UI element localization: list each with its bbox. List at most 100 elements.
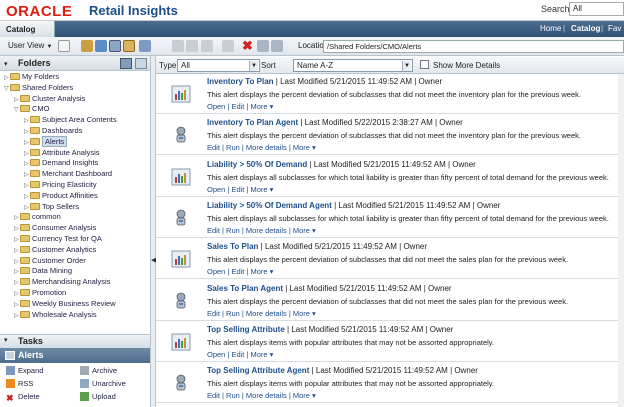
tree-item-label: Wholesale Analysis xyxy=(32,309,97,319)
task-unarchive-label: Unarchive xyxy=(92,379,126,388)
report-icon[interactable] xyxy=(171,84,191,104)
tree-item-label: My Folders xyxy=(22,72,60,81)
tree-item-label: Alerts xyxy=(42,135,68,147)
task-rss[interactable]: RSS xyxy=(6,379,33,388)
view-tree-icon[interactable] xyxy=(109,40,121,52)
agent-icon[interactable] xyxy=(171,208,191,228)
item-actions[interactable]: Open | Edit | More ▾ xyxy=(207,185,273,194)
item-title-row: Top Selling Attribute | Last Modified 5/… xyxy=(207,324,454,334)
item-name-link[interactable]: Liability > 50% Of Demand xyxy=(207,160,307,169)
report-icon[interactable] xyxy=(171,167,191,187)
copy-folder-icon[interactable] xyxy=(81,40,93,52)
list-scrollbar[interactable] xyxy=(618,74,624,407)
tree-item[interactable]: ▽ Shared Folders xyxy=(4,83,117,94)
nav-separator: | xyxy=(601,24,604,33)
item-actions[interactable]: Open | Edit | More ▾ xyxy=(207,102,273,111)
new-folder-icon[interactable] xyxy=(120,58,132,69)
user-view-label: User View xyxy=(8,41,45,50)
refresh-icon[interactable] xyxy=(135,58,147,69)
item-actions[interactable]: Edit | Run | More details | More ▾ xyxy=(207,143,316,152)
item-name-link[interactable]: Top Selling Attribute Agent xyxy=(207,366,309,375)
tree-item[interactable]: ▷ Alerts xyxy=(4,135,117,148)
tree-item[interactable]: ▷ Attribute Analysis xyxy=(4,148,117,159)
item-owner: Owner xyxy=(418,77,443,86)
permissions-icon[interactable] xyxy=(186,40,198,52)
item-actions[interactable]: Edit | Run | More details | More ▾ xyxy=(207,309,316,318)
task-archive[interactable]: Archive xyxy=(80,366,117,375)
tree-item-label: Subject Area Contents xyxy=(42,115,117,125)
report-icon[interactable] xyxy=(171,332,191,352)
global-nav-bar xyxy=(0,21,624,37)
item-title-row: Inventory To Plan | Last Modified 5/21/2… xyxy=(207,77,443,86)
tree-item[interactable]: ▷ Weekly Business Review xyxy=(4,299,117,310)
tree-item[interactable]: ▷ Top Sellers xyxy=(4,202,117,213)
item-name-link[interactable]: Sales To Plan xyxy=(207,242,258,251)
task-delete[interactable]: ✖ Delete xyxy=(6,392,40,403)
list-view-icon[interactable] xyxy=(139,40,151,52)
location-field[interactable]: /Shared Folders/CMO/Alerts xyxy=(323,40,624,53)
item-title-row: Liability > 50% Of Demand | Last Modifie… xyxy=(207,159,476,169)
item-actions[interactable]: Edit | Run | More details | More ▾ xyxy=(207,226,316,235)
archive-icon xyxy=(80,366,89,375)
folder-view-icon[interactable] xyxy=(123,40,135,52)
search-scope-select[interactable]: All xyxy=(569,2,624,16)
agent-icon[interactable] xyxy=(171,373,191,393)
task-upload[interactable]: Upload xyxy=(80,392,116,401)
agent-icon[interactable] xyxy=(171,291,191,311)
task-upload-label: Upload xyxy=(92,392,116,401)
nav-catalog-link[interactable]: Catalog xyxy=(571,24,600,33)
item-name-link[interactable]: Sales To Plan Agent xyxy=(207,284,283,293)
folder-icon xyxy=(30,191,40,199)
tab-catalog[interactable]: Catalog xyxy=(0,21,55,37)
tree-item[interactable]: ▷ Promotion xyxy=(4,288,117,299)
search-icon[interactable] xyxy=(172,40,184,52)
sort-select[interactable]: Name A-Z ▼ xyxy=(293,59,413,72)
folder-icon xyxy=(20,267,30,275)
report-icon[interactable] xyxy=(171,249,191,269)
archive-icon[interactable] xyxy=(201,40,213,52)
task-unarchive[interactable]: Unarchive xyxy=(80,379,126,388)
item-name-link[interactable]: Inventory To Plan xyxy=(207,77,274,86)
nav-favorites-link[interactable]: Fav xyxy=(608,24,621,33)
tree-item[interactable]: ▷ Subject Area Contents xyxy=(4,115,117,126)
tree-item[interactable]: ▷ Cluster Analysis xyxy=(4,94,117,105)
agent-icon[interactable] xyxy=(171,125,191,145)
tree-item[interactable]: ▷ Customer Analytics xyxy=(4,245,117,256)
delete-icon[interactable]: ✖ xyxy=(242,38,253,54)
task-expand[interactable]: Expand xyxy=(6,366,43,375)
item-actions[interactable]: Open | Edit | More ▾ xyxy=(207,267,273,276)
tree-item[interactable]: ▷ Wholesale Analysis xyxy=(4,310,117,321)
folder-icon xyxy=(30,148,40,156)
tree-item[interactable]: ▷ Data Mining xyxy=(4,266,117,277)
tree-item[interactable]: ▷ Pricing Elasticity xyxy=(4,180,117,191)
tree-item[interactable]: ▷ Consumer Analysis xyxy=(4,223,117,234)
tree-item[interactable]: ▷ Merchandising Analysis xyxy=(4,277,117,288)
item-actions[interactable]: Open | Edit | More ▾ xyxy=(207,350,273,359)
upload-icon[interactable] xyxy=(222,40,234,52)
nav-separator: | xyxy=(563,24,566,33)
paste-icon[interactable] xyxy=(271,40,283,52)
item-actions[interactable]: Edit | Run | More details | More ▾ xyxy=(207,391,316,400)
tree-item[interactable]: ▷ Currency Test for QA xyxy=(4,234,117,245)
tree-item[interactable]: ▽ CMO xyxy=(4,104,117,115)
new-icon[interactable] xyxy=(58,40,70,52)
tree-item[interactable]: ▷ Product Affinities xyxy=(4,191,117,202)
properties-icon[interactable] xyxy=(95,40,107,52)
tree-item[interactable]: ▷ My Folders xyxy=(4,72,117,83)
item-name-link[interactable]: Top Selling Attribute xyxy=(207,325,285,334)
tree-item[interactable]: ▷ common xyxy=(4,212,117,223)
item-name-link[interactable]: Inventory To Plan Agent xyxy=(207,118,298,127)
nav-home-link[interactable]: Home xyxy=(540,24,561,33)
tree-item[interactable]: ▷ Customer Order xyxy=(4,256,117,267)
collapse-pane-icon[interactable]: ▾ xyxy=(4,60,8,68)
folders-title: Folders xyxy=(18,58,51,68)
type-select[interactable]: All ▼ xyxy=(177,59,260,72)
tree-item[interactable]: ▷ Merchant Dashboard xyxy=(4,169,117,180)
copy-icon[interactable] xyxy=(257,40,269,52)
collapse-tasks-icon[interactable]: ▾ xyxy=(4,336,8,344)
user-view-menu[interactable]: User View ▼ xyxy=(8,41,53,50)
item-name-link[interactable]: Liability > 50% Of Demand Agent xyxy=(207,201,332,210)
show-more-checkbox[interactable] xyxy=(420,60,429,69)
tree-item[interactable]: ▷ Demand Insights xyxy=(4,158,117,169)
folder-icon xyxy=(20,245,30,253)
